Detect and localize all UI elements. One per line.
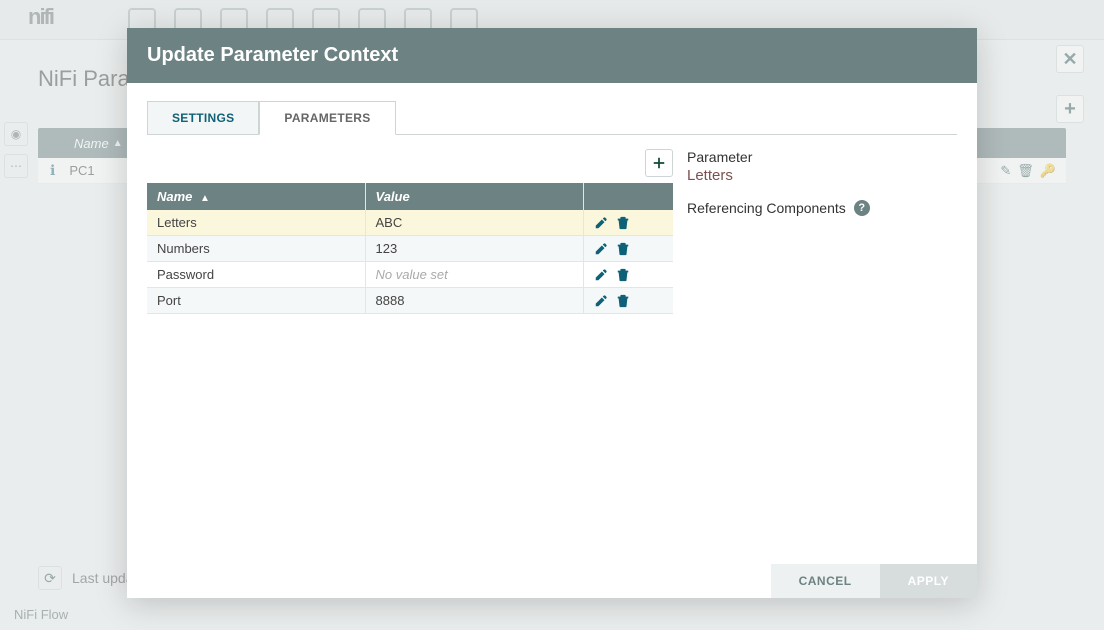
edit-icon[interactable] [594, 294, 608, 308]
tab-settings[interactable]: SETTINGS [147, 101, 259, 134]
edit-icon[interactable] [594, 216, 608, 230]
parameter-name: Letters [687, 167, 957, 184]
parameter-row-name: Numbers [147, 236, 365, 262]
column-header-name-label: Name [157, 189, 192, 204]
plus-icon [652, 156, 666, 170]
column-header-value[interactable]: Value [365, 183, 583, 210]
help-icon[interactable]: ? [854, 200, 870, 216]
trash-icon[interactable] [616, 242, 630, 256]
tab-parameters[interactable]: PARAMETERS [259, 101, 395, 135]
edit-icon[interactable] [594, 242, 608, 256]
parameter-row[interactable]: LettersABC [147, 210, 673, 236]
parameter-label: Parameter [687, 149, 957, 165]
parameter-row-actions [583, 288, 673, 314]
column-header-actions [583, 183, 673, 210]
trash-icon[interactable] [616, 294, 630, 308]
parameter-row-value: ABC [365, 210, 583, 236]
parameters-table: Name ▲ Value LettersABCNumbers123Passwor… [147, 183, 673, 314]
referencing-components-label: Referencing Components [687, 200, 846, 216]
parameter-row-value: No value set [365, 262, 583, 288]
parameter-row-name: Password [147, 262, 365, 288]
parameter-detail-panel: Parameter Letters Referencing Components… [687, 149, 957, 314]
update-parameter-context-dialog: Update Parameter Context SETTINGS PARAME… [127, 28, 977, 598]
parameter-row-actions [583, 262, 673, 288]
trash-icon[interactable] [616, 268, 630, 282]
parameter-row-actions [583, 210, 673, 236]
parameter-row[interactable]: PasswordNo value set [147, 262, 673, 288]
dialog-tabs: SETTINGS PARAMETERS [147, 101, 957, 135]
column-header-name[interactable]: Name ▲ [147, 183, 365, 210]
apply-button: APPLY [880, 564, 977, 598]
edit-icon[interactable] [594, 268, 608, 282]
add-parameter-button[interactable] [645, 149, 673, 177]
cancel-button[interactable]: CANCEL [771, 564, 880, 598]
parameter-row-value: 8888 [365, 288, 583, 314]
dialog-footer: CANCEL APPLY [127, 552, 977, 598]
parameter-row[interactable]: Port8888 [147, 288, 673, 314]
parameter-row-name: Port [147, 288, 365, 314]
dialog-title: Update Parameter Context [127, 28, 977, 83]
parameter-row-actions [583, 236, 673, 262]
parameter-row-name: Letters [147, 210, 365, 236]
parameter-row-value: 123 [365, 236, 583, 262]
sort-asc-icon: ▲ [200, 193, 210, 204]
trash-icon[interactable] [616, 216, 630, 230]
parameter-row[interactable]: Numbers123 [147, 236, 673, 262]
